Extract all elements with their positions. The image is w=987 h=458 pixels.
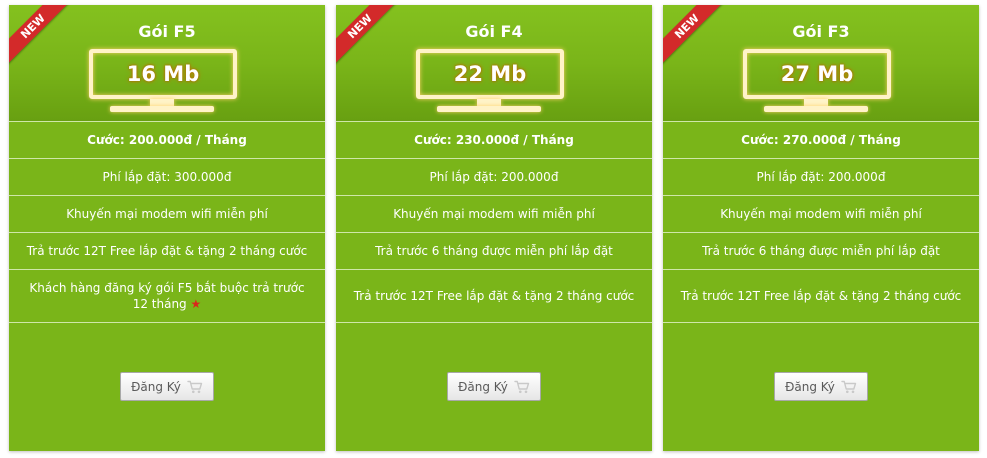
register-button-label: Đăng Ký [131,379,181,394]
plan-note: Trả trước 12T Free lắp đặt & tặng 2 thán… [336,270,652,323]
plan-features: Cước: 270.000đ / Tháng Phí lắp đặt: 200.… [663,122,979,323]
plan-features: Cước: 200.000đ / Tháng Phí lắp đặt: 300.… [9,122,325,323]
plan-promo: Khuyến mại modem wifi miễn phí [663,196,979,233]
plan-prepay-offer: Trả trước 12T Free lắp đặt & tặng 2 thán… [9,233,325,270]
tv-stand-neck [150,99,174,106]
register-button[interactable]: Đăng Ký [120,372,214,401]
plan-install-fee: Phí lắp đặt: 200.000đ [336,159,652,196]
plan-speed: 27 Mb [743,49,891,99]
tv-stand-neck [477,99,501,106]
pricing-plans: NEW Gói F5 16 Mb Cước: 200.000đ / Tháng … [0,0,987,458]
plan-title: Gói F5 [138,22,196,41]
plan-note: Trả trước 12T Free lắp đặt & tặng 2 thán… [663,270,979,323]
register-button[interactable]: Đăng Ký [774,372,868,401]
cart-icon [514,380,530,393]
plan-title: Gói F3 [792,22,850,41]
plan-card-f3: NEW Gói F3 27 Mb Cước: 270.000đ / Tháng … [663,5,979,451]
plan-price: Cước: 200.000đ / Tháng [9,122,325,159]
plan-note-text: Khách hàng đăng ký gói F5 bắt buộc trả t… [29,281,305,311]
plan-install-fee: Phí lắp đặt: 300.000đ [9,159,325,196]
register-button[interactable]: Đăng Ký [447,372,541,401]
plan-price: Cước: 270.000đ / Tháng [663,122,979,159]
register-button-label: Đăng Ký [458,379,508,394]
tv-stand-base [764,106,868,112]
tv-stand-base [110,106,214,112]
tv-stand-neck [804,99,828,106]
plan-prepay-offer: Trả trước 6 tháng được miễn phí lắp đặt [663,233,979,270]
tv-icon: 16 Mb [89,49,239,115]
plan-header: NEW Gói F3 27 Mb [663,5,979,122]
plan-header: NEW Gói F4 22 Mb [336,5,652,122]
tv-stand-base [437,106,541,112]
plan-promo: Khuyến mại modem wifi miễn phí [336,196,652,233]
plan-install-fee: Phí lắp đặt: 200.000đ [663,159,979,196]
star-icon: ★ [190,297,202,311]
register-button-label: Đăng Ký [785,379,835,394]
tv-icon: 22 Mb [416,49,566,115]
plan-card-f4: NEW Gói F4 22 Mb Cước: 230.000đ / Tháng … [336,5,652,451]
plan-promo: Khuyến mại modem wifi miễn phí [9,196,325,233]
plan-title: Gói F4 [465,22,523,41]
cart-icon [841,380,857,393]
plan-features: Cước: 230.000đ / Tháng Phí lắp đặt: 200.… [336,122,652,323]
plan-card-f5: NEW Gói F5 16 Mb Cước: 200.000đ / Tháng … [9,5,325,451]
plan-price: Cước: 230.000đ / Tháng [336,122,652,159]
plan-prepay-offer: Trả trước 6 tháng được miễn phí lắp đặt [336,233,652,270]
plan-speed: 22 Mb [416,49,564,99]
plan-header: NEW Gói F5 16 Mb [9,5,325,122]
cart-icon [187,380,203,393]
tv-icon: 27 Mb [743,49,893,115]
plan-speed: 16 Mb [89,49,237,99]
plan-note: Khách hàng đăng ký gói F5 bắt buộc trả t… [9,270,325,323]
